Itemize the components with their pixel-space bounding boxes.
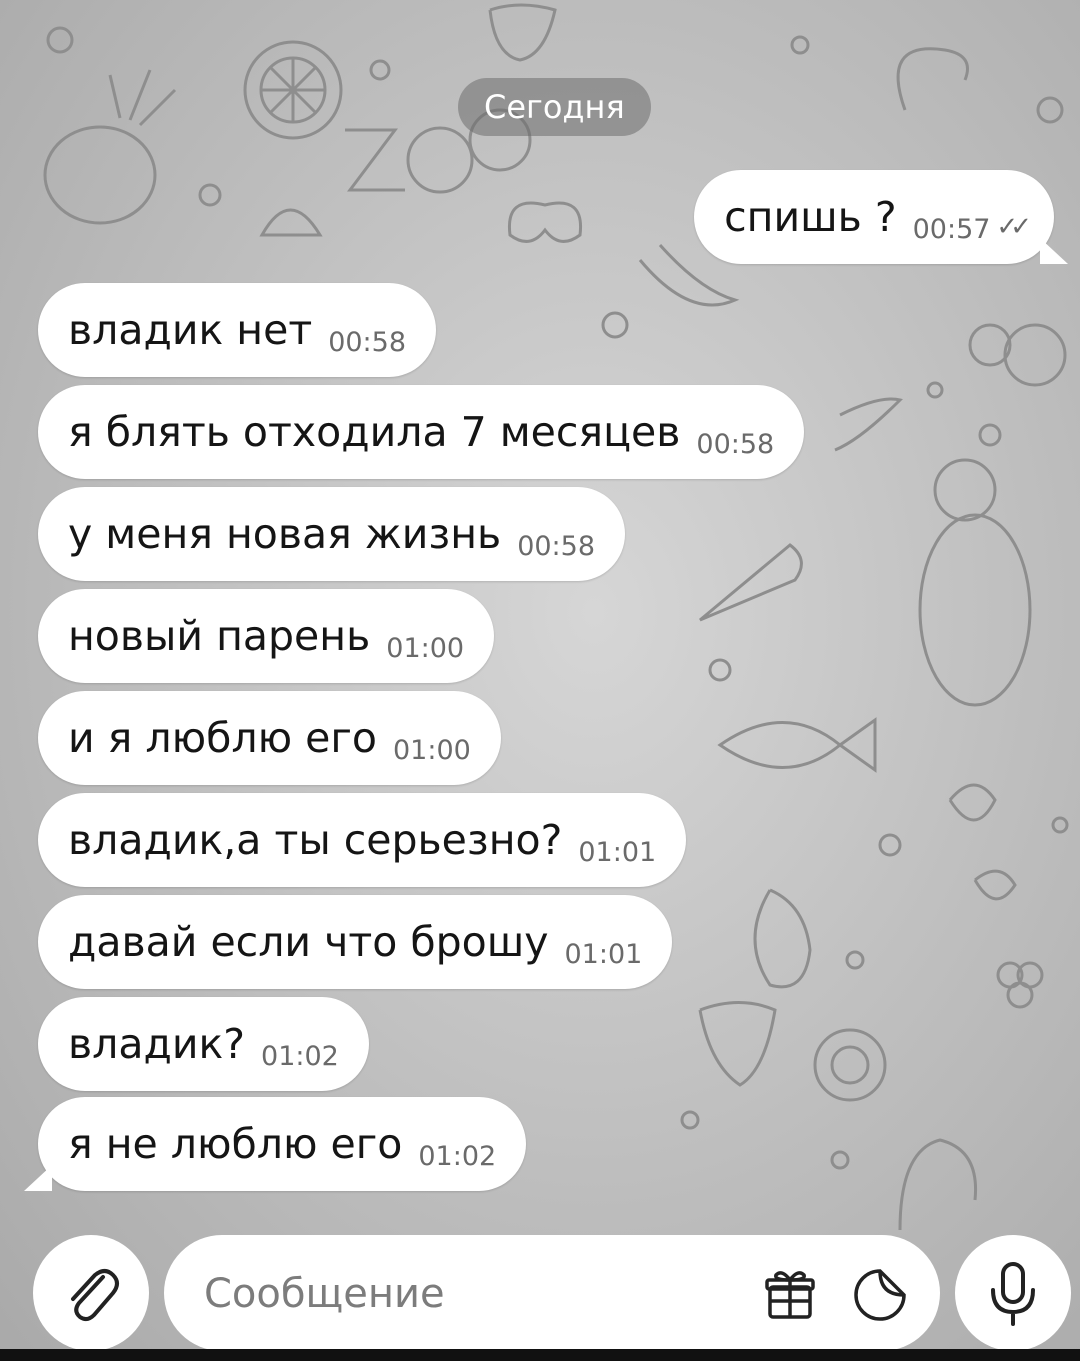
message-time: 01:02 bbox=[418, 1140, 497, 1172]
message-time: 01:01 bbox=[578, 836, 657, 868]
incoming-message[interactable]: я не люблю его 01:02 bbox=[23, 1097, 527, 1191]
incoming-message[interactable]: владик? 01:02 bbox=[38, 997, 369, 1091]
message-text: владик,а ты серьезно? bbox=[68, 816, 563, 864]
message-composer bbox=[0, 1224, 1080, 1361]
incoming-message[interactable]: у меня новая жизнь 00:58 bbox=[38, 487, 625, 581]
message-input-container bbox=[164, 1235, 940, 1351]
message-text: я блять отходила 7 месяцев bbox=[68, 408, 681, 456]
message-time: 00:58 bbox=[696, 428, 775, 460]
attach-button[interactable] bbox=[33, 1235, 149, 1351]
message-text: и я люблю его bbox=[68, 714, 377, 762]
screen-bottom-edge bbox=[0, 1349, 1080, 1361]
incoming-message[interactable]: и я люблю его 01:00 bbox=[38, 691, 501, 785]
message-time: 00:58 bbox=[328, 326, 407, 358]
message-time: 01:00 bbox=[392, 734, 471, 766]
outgoing-message[interactable]: спишь ? 00:57 ✓✓ bbox=[694, 170, 1068, 264]
message-text: владик нет bbox=[68, 306, 313, 354]
message-input[interactable] bbox=[202, 1259, 726, 1329]
message-text: владик? bbox=[68, 1020, 246, 1068]
microphone-icon bbox=[991, 1262, 1035, 1326]
sticker-icon[interactable] bbox=[850, 1265, 910, 1325]
incoming-message[interactable]: давай если что брошу 01:01 bbox=[38, 895, 673, 989]
paperclip-icon bbox=[71, 1269, 119, 1322]
message-time: 01:02 bbox=[261, 1040, 339, 1072]
incoming-message[interactable]: владик нет 00:58 bbox=[38, 283, 437, 377]
message-time: 00:58 bbox=[517, 530, 595, 562]
voice-message-button[interactable] bbox=[955, 1235, 1071, 1351]
incoming-message[interactable]: я блять отходила 7 месяцев 00:58 bbox=[38, 385, 805, 479]
message-text: спишь ? bbox=[724, 193, 897, 241]
message-text: я не люблю его bbox=[68, 1120, 403, 1168]
gift-icon[interactable] bbox=[760, 1265, 820, 1325]
message-time: 00:57 bbox=[912, 213, 991, 245]
message-text: новый парень bbox=[68, 612, 371, 660]
message-text: давай если что брошу bbox=[68, 918, 549, 966]
incoming-message[interactable]: владик,а ты серьезно? 01:01 bbox=[38, 793, 687, 887]
incoming-message[interactable]: новый парень 01:00 bbox=[38, 589, 495, 683]
message-time: 01:01 bbox=[564, 938, 643, 970]
message-time: 01:00 bbox=[386, 632, 465, 664]
date-separator: Сегодня bbox=[458, 78, 651, 136]
message-text: у меня новая жизнь bbox=[68, 510, 502, 558]
read-receipt-icon: ✓✓ bbox=[996, 212, 1031, 242]
